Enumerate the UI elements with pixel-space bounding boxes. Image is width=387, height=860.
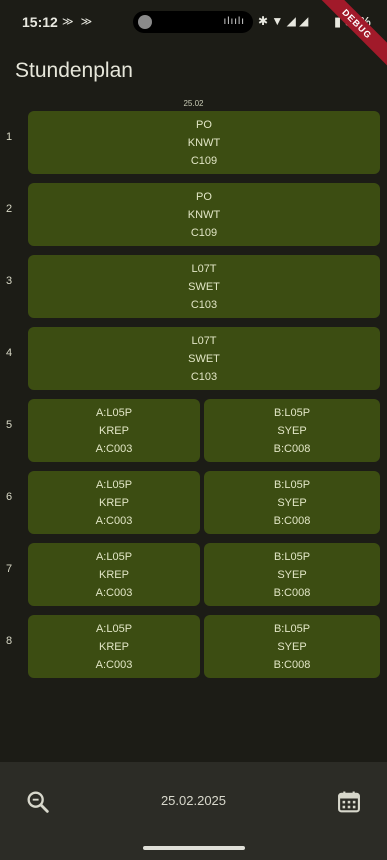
lesson-subject: SYEP	[277, 496, 307, 509]
lesson-cell[interactable]: PO KNWT C109	[28, 111, 380, 174]
lesson-cell[interactable]: A:L05P KREP A:C003	[28, 543, 200, 606]
period-row: 1 PO KNWT C109	[0, 111, 387, 176]
period-row: 6 A:L05P KREP A:C003 B:L05P SYEP B:C008	[0, 471, 387, 536]
dynamic-island: ılıılı	[133, 11, 253, 33]
lesson-cell[interactable]: A:L05P KREP A:C003	[28, 615, 200, 678]
bottom-bar: 25.02.2025	[0, 762, 387, 860]
period-row: 5 A:L05P KREP A:C003 B:L05P SYEP B:C008	[0, 399, 387, 464]
calendar-button[interactable]	[335, 788, 363, 816]
lesson-teacher: A:L05P	[95, 478, 133, 491]
lesson-cell[interactable]: L07T SWET C103	[28, 255, 380, 318]
lesson-subject: SYEP	[277, 640, 307, 653]
period-number: 5	[6, 419, 13, 431]
camera-icon	[138, 15, 152, 29]
lesson-subject: SWET	[188, 352, 220, 365]
period-number: 2	[6, 203, 13, 215]
lesson-cell[interactable]: A:L05P KREP A:C003	[28, 399, 200, 462]
status-time: 15:12	[22, 14, 58, 30]
lesson-room: B:C008	[273, 658, 311, 671]
lesson-room: B:C008	[273, 514, 311, 527]
lesson-teacher: A:L05P	[95, 406, 133, 419]
lesson-room: A:C003	[95, 442, 133, 455]
lesson-room: A:C003	[95, 514, 133, 527]
period-row: 3 L07T SWET C103	[0, 255, 387, 320]
audio-bars-icon: ılıılı	[223, 16, 245, 27]
lesson-room: C103	[190, 298, 218, 311]
lesson-cell[interactable]: L07T SWET C103	[28, 327, 380, 390]
period-number: 6	[6, 491, 13, 503]
lesson-room: B:C008	[273, 586, 311, 599]
lesson-teacher: B:L05P	[273, 550, 311, 563]
lesson-cell[interactable]: B:L05P SYEP B:C008	[204, 399, 380, 462]
lesson-teacher: L07T	[191, 262, 217, 275]
lesson-room: C103	[190, 370, 218, 383]
period-number: 8	[6, 635, 13, 647]
date-column-header: 25.02	[183, 99, 204, 108]
period-number: 7	[6, 563, 13, 575]
lesson-cell[interactable]: B:L05P SYEP B:C008	[204, 543, 380, 606]
period-row: 8 A:L05P KREP A:C003 B:L05P SYEP B:C008	[0, 615, 387, 680]
lesson-teacher: PO	[196, 190, 212, 203]
period-row: 2 PO KNWT C109	[0, 183, 387, 248]
notification-icons: ≫ ≫	[62, 16, 95, 28]
period-row: 4 L07T SWET C103	[0, 327, 387, 392]
lesson-room: A:C003	[95, 586, 133, 599]
lesson-teacher: B:L05P	[273, 406, 311, 419]
lesson-subject: SWET	[188, 280, 220, 293]
period-row: 7 A:L05P KREP A:C003 B:L05P SYEP B:C008	[0, 543, 387, 608]
lesson-teacher: L07T	[191, 334, 217, 347]
lesson-subject: KREP	[99, 640, 129, 653]
lesson-room: A:C003	[95, 658, 133, 671]
lesson-cell[interactable]: PO KNWT C109	[28, 183, 380, 246]
lesson-subject: KNWT	[187, 136, 221, 149]
lesson-teacher: A:L05P	[95, 622, 133, 635]
home-indicator[interactable]	[143, 846, 245, 850]
calendar-icon	[338, 791, 360, 813]
lesson-cell[interactable]: B:L05P SYEP B:C008	[204, 471, 380, 534]
period-number: 4	[6, 347, 13, 359]
connectivity-icons: ✱ ▼ ◢ ◢	[258, 14, 309, 28]
lesson-room: C109	[190, 226, 218, 239]
lesson-teacher: A:L05P	[95, 550, 133, 563]
lesson-cell[interactable]: B:L05P SYEP B:C008	[204, 615, 380, 678]
lesson-teacher: B:L05P	[273, 478, 311, 491]
lesson-subject: KREP	[99, 424, 129, 437]
lesson-teacher: B:L05P	[273, 622, 311, 635]
lesson-teacher: PO	[196, 118, 212, 131]
period-number: 1	[6, 131, 13, 143]
lesson-subject: KNWT	[187, 208, 221, 221]
period-number: 3	[6, 275, 13, 287]
lesson-subject: SYEP	[277, 568, 307, 581]
lesson-subject: KREP	[99, 568, 129, 581]
lesson-room: B:C008	[273, 442, 311, 455]
selected-date[interactable]: 25.02.2025	[0, 793, 387, 808]
lesson-cell[interactable]: A:L05P KREP A:C003	[28, 471, 200, 534]
page-title: Stundenplan	[15, 59, 133, 82]
lesson-subject: KREP	[99, 496, 129, 509]
lesson-room: C109	[190, 154, 218, 167]
lesson-subject: SYEP	[277, 424, 307, 437]
